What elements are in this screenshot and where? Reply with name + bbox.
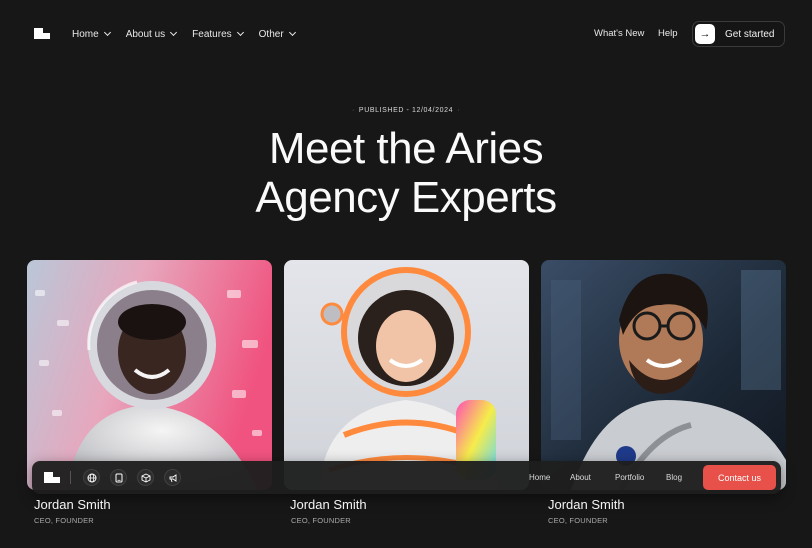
cube-icon[interactable] — [137, 469, 154, 486]
brand-logo[interactable] — [44, 472, 60, 483]
member-name: Jordan Smith — [290, 497, 367, 512]
get-started-label: Get started — [725, 28, 775, 40]
chevron-down-icon — [288, 28, 296, 37]
member-role: CEO, FOUNDER — [34, 516, 94, 525]
nav-links: Home About us Features Other — [72, 27, 311, 41]
top-navigation: Home About us Features Other What's New … — [0, 0, 812, 68]
published-date: · PUBLISHED - 12/04/2024 · — [351, 107, 460, 114]
nav-item-about-us[interactable]: About us — [125, 27, 178, 41]
astronaut-photo-1 — [27, 260, 272, 490]
page: Home About us Features Other What's New … — [0, 0, 812, 548]
floating-bottom-bar: Home About Portfolio Blog Contact us — [32, 461, 781, 494]
footer-link-portfolio[interactable]: Portfolio — [615, 473, 644, 482]
member-role: CEO, FOUNDER — [548, 516, 608, 525]
team-card-photo[interactable] — [284, 260, 529, 490]
footer-link-home[interactable]: Home — [529, 473, 550, 482]
nav-item-features[interactable]: Features — [192, 27, 244, 41]
get-started-button[interactable]: → Get started — [692, 21, 785, 47]
team-card-photo[interactable] — [541, 260, 786, 490]
nav-item-home[interactable]: Home — [72, 27, 111, 41]
astronaut-photo-2 — [284, 260, 529, 490]
chevron-down-icon — [170, 28, 178, 37]
chevron-down-icon — [236, 28, 244, 37]
member-name: Jordan Smith — [34, 497, 111, 512]
help-link[interactable]: Help — [658, 28, 678, 39]
arrow-right-icon: → — [695, 24, 715, 44]
nav-item-label: Features — [192, 28, 232, 40]
chevron-down-icon — [103, 28, 111, 37]
nav-item-label: Other — [258, 28, 284, 40]
globe-icon[interactable] — [83, 469, 100, 486]
title-line-2: Agency Experts — [255, 173, 557, 222]
divider — [70, 471, 71, 484]
nav-item-label: Home — [72, 28, 99, 40]
team-card-photo[interactable] — [27, 260, 272, 490]
footer-link-blog[interactable]: Blog — [666, 473, 682, 482]
nav-item-label: About us — [125, 28, 166, 40]
tablet-icon[interactable] — [110, 469, 127, 486]
footer-link-about[interactable]: About — [570, 473, 591, 482]
nav-item-other[interactable]: Other — [258, 27, 296, 41]
astronaut-photo-3 — [541, 260, 786, 490]
member-name: Jordan Smith — [548, 497, 625, 512]
published-text: PUBLISHED - 12/04/2024 — [358, 107, 454, 114]
contact-us-button[interactable]: Contact us — [703, 465, 776, 490]
whats-new-link[interactable]: What's New — [594, 28, 644, 39]
title-line-1: Meet the Aries — [268, 124, 544, 173]
megaphone-icon[interactable] — [164, 469, 181, 486]
member-role: CEO, FOUNDER — [291, 516, 351, 525]
brand-logo[interactable] — [34, 28, 50, 39]
page-title: Meet the Aries Agency Experts — [0, 124, 812, 222]
